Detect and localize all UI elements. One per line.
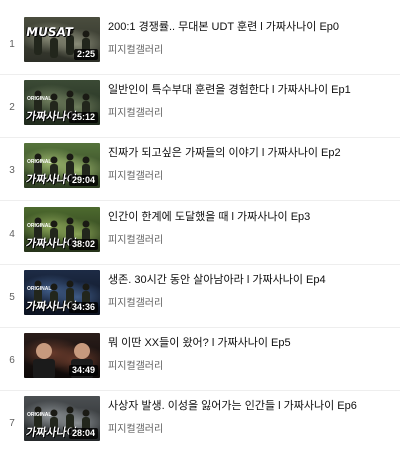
thumbnail-tag: ORIGINAL (27, 286, 52, 292)
duration-badge: 25:12 (68, 112, 98, 123)
thumbnail-figure-head (82, 283, 90, 291)
thumbnail-figure-head (50, 220, 58, 228)
thumbnail-figure-head (66, 406, 74, 414)
video-thumbnail[interactable]: ORIGINAL 가짜사나이 28:04 (24, 396, 100, 441)
playlist-item[interactable]: 1 MUSAT 2:25 200:1 경쟁률.. 무대본 UDT 훈련 l 가짜사나이… (0, 17, 400, 81)
video-thumbnail[interactable]: ORIGINAL 가짜사나이 29:04 (24, 143, 100, 188)
playlist-item-index: 1 (9, 39, 15, 50)
video-title[interactable]: 뭐 이딴 XX들이 왔어? l 가짜사나이 Ep5 (108, 336, 398, 350)
thumbnail-figure-head (82, 30, 90, 38)
thumbnail-tag: ORIGINAL (27, 412, 52, 418)
playlist-item[interactable]: 6 34:49 뭐 이딴 XX들이 왔어? l 가짜사나이 Ep5 피지컬갤러리 (0, 333, 400, 397)
thumbnail-figure-head (36, 343, 52, 359)
video-info: 생존. 30시간 동안 살아남아라 l 가짜사나이 Ep4 피지컬갤러리 (100, 270, 398, 309)
duration-badge: 38:02 (68, 239, 98, 250)
playlist-item[interactable]: 7 ORIGINAL 가짜사나이 28:04 사상자 발생. 이성을 잃어가는 인간들 … (0, 396, 400, 460)
video-title[interactable]: 생존. 30시간 동안 살아남아라 l 가짜사나이 Ep4 (108, 273, 398, 287)
duration-badge: 28:04 (68, 428, 98, 439)
channel-name[interactable]: 피지컬갤러리 (108, 41, 398, 56)
playlist-item-index: 5 (9, 292, 15, 303)
video-info: 뭐 이딴 XX들이 왔어? l 가짜사나이 Ep5 피지컬갤러리 (100, 333, 398, 372)
video-title[interactable]: 일반인이 특수부대 훈련을 경험한다 l 가짜사나이 Ep1 (108, 83, 398, 97)
thumbnail-figure-body (50, 38, 58, 58)
thumbnail-figure-head (82, 409, 90, 417)
playlist-item-index: 2 (9, 102, 15, 113)
video-info: 일반인이 특수부대 훈련을 경험한다 l 가짜사나이 Ep1 피지컬갤러리 (100, 80, 398, 119)
thumbnail-figure-head (66, 153, 74, 161)
duration-badge: 34:36 (68, 302, 98, 313)
channel-name[interactable]: 피지컬갤러리 (108, 357, 398, 372)
video-info: 인간이 한계에 도달했을 때 l 가짜사나이 Ep3 피지컬갤러리 (100, 207, 398, 246)
thumbnail-figure-head (66, 217, 74, 225)
video-title[interactable]: 인간이 한계에 도달했을 때 l 가짜사나이 Ep3 (108, 210, 398, 224)
duration-badge: 2:25 (73, 49, 98, 60)
row-divider (0, 264, 400, 265)
video-title[interactable]: 사상자 발생. 이성을 잃어가는 인간들 l 가짜사나이 Ep6 (108, 399, 398, 413)
thumbnail-figure-head (50, 283, 58, 291)
row-divider (0, 137, 400, 138)
thumbnail-figure-head (82, 93, 90, 101)
video-thumbnail[interactable]: ORIGINAL 가짜사나이 38:02 (24, 207, 100, 252)
video-thumbnail[interactable]: ORIGINAL 가짜사나이 34:36 (24, 270, 100, 315)
playlist-item-index: 7 (9, 418, 15, 429)
playlist-panel: 1 MUSAT 2:25 200:1 경쟁률.. 무대본 UDT 훈련 l 가짜사나이… (0, 0, 400, 448)
row-divider (0, 390, 400, 391)
thumbnail-tag: ORIGINAL (27, 223, 52, 229)
video-thumbnail[interactable]: MUSAT 2:25 (24, 17, 100, 62)
channel-name[interactable]: 피지컬갤러리 (108, 167, 398, 182)
row-divider (0, 327, 400, 328)
playlist-item-index: 4 (9, 229, 15, 240)
thumbnail-figure-head (82, 156, 90, 164)
thumbnail-figure-head (50, 409, 58, 417)
duration-badge: 29:04 (68, 175, 98, 186)
video-title[interactable]: 진짜가 되고싶은 가짜들의 이야기 l 가짜사나이 Ep2 (108, 146, 398, 160)
thumbnail-figure-body (33, 359, 55, 378)
video-info: 진짜가 되고싶은 가짜들의 이야기 l 가짜사나이 Ep2 피지컬갤러리 (100, 143, 398, 182)
video-info: 사상자 발생. 이성을 잃어가는 인간들 l 가짜사나이 Ep6 피지컬갤러리 (100, 396, 398, 435)
row-divider (0, 74, 400, 75)
thumbnail-figure-head (74, 343, 90, 359)
thumbnail-logo-text: MUSAT (25, 25, 74, 39)
row-divider (0, 200, 400, 201)
channel-name[interactable]: 피지컬갤러리 (108, 294, 398, 309)
thumbnail-tag: ORIGINAL (27, 159, 52, 165)
playlist-item[interactable]: 5 ORIGINAL 가짜사나이 34:36 생존. 30시간 동안 살아남아라 l 가… (0, 270, 400, 334)
channel-name[interactable]: 피지컬갤러리 (108, 420, 398, 435)
video-info: 200:1 경쟁률.. 무대본 UDT 훈련 l 가짜사나이 Ep0 피지컬갤러리 (100, 17, 398, 56)
playlist-item[interactable]: 4 ORIGINAL 가짜사나이 38:02 인간이 한계에 도달했을 때 l 가짜사나… (0, 207, 400, 271)
video-thumbnail[interactable]: ORIGINAL 가짜사나이 25:12 (24, 80, 100, 125)
thumbnail-tag: ORIGINAL (27, 96, 52, 102)
thumbnail-figure-head (50, 156, 58, 164)
playlist-item[interactable]: 2 ORIGINAL 가짜사나이 25:12 일반인이 특수부대 훈련을 경험한다 l … (0, 80, 400, 144)
thumbnail-figure-head (66, 90, 74, 98)
thumbnail-figure-head (66, 280, 74, 288)
playlist-item-index: 6 (9, 355, 15, 366)
duration-badge: 34:49 (68, 365, 98, 376)
playlist-item-index: 3 (9, 165, 15, 176)
thumbnail-figure-head (50, 93, 58, 101)
video-title[interactable]: 200:1 경쟁률.. 무대본 UDT 훈련 l 가짜사나이 Ep0 (108, 20, 398, 34)
channel-name[interactable]: 피지컬갤러리 (108, 104, 398, 119)
playlist-item[interactable]: 3 ORIGINAL 가짜사나이 29:04 진짜가 되고싶은 가짜들의 이야기 l 가… (0, 143, 400, 207)
channel-name[interactable]: 피지컬갤러리 (108, 231, 398, 246)
thumbnail-figure-head (82, 220, 90, 228)
video-thumbnail[interactable]: 34:49 (24, 333, 100, 378)
